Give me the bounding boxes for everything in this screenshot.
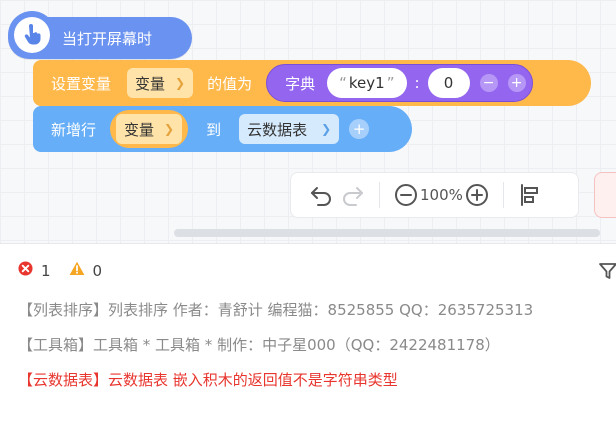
dictionary-label: 字典 — [285, 74, 316, 93]
log-entry-error: 【云数据表】云数据表 嵌入积木的返回值不是字符串类型 — [18, 371, 398, 389]
warning-count-badge[interactable]: 0 — [69, 261, 103, 280]
zoom-in-icon[interactable] — [465, 183, 489, 207]
warning-count: 0 — [92, 261, 103, 280]
zoom-level: 100% — [420, 186, 463, 204]
chevron-down-icon: ❯ — [321, 122, 332, 136]
chevron-down-icon: ❯ — [164, 122, 175, 136]
toolbar-divider — [379, 182, 380, 208]
add-entry-button[interactable]: + — [507, 74, 526, 92]
workspace-toolbar: 100% — [290, 172, 579, 218]
log-entry: 【工具箱】工具箱 * 工具箱 * 制作：中子星000（QQ：2422481178… — [18, 336, 500, 354]
undo-icon[interactable] — [309, 184, 333, 206]
add-row-block[interactable]: 新增行 变量 ❯ 到 云数据表 ❯ + — [33, 106, 412, 152]
console-log-list: 【列表排序】列表排序 作者：青舒计 编程猫：8525855 QQ：2635725… — [0, 297, 616, 424]
cloud-table-value: 云数据表 — [247, 120, 308, 139]
error-count: 1 — [41, 261, 51, 280]
colon-separator: : — [414, 74, 420, 92]
hat-block-label: 当打开屏幕时 — [62, 29, 153, 48]
value-of-label: 的值为 — [207, 74, 253, 93]
hat-icon-badge — [8, 11, 56, 59]
horizontal-scrollbar[interactable] — [174, 229, 600, 237]
warning-icon — [69, 261, 85, 280]
close-quote-icon: ” — [386, 74, 395, 92]
cloud-table-dropdown[interactable]: 云数据表 ❯ — [239, 114, 340, 144]
number-input[interactable]: 0 — [427, 68, 470, 98]
variable-dropdown[interactable]: 变量 ❯ — [127, 68, 194, 98]
dictionary-block[interactable]: 字典 “ key1 ” : 0 − + — [266, 64, 533, 102]
key-input[interactable]: “ key1 ” — [327, 68, 407, 98]
key-value: key1 — [348, 74, 385, 92]
remove-entry-button[interactable]: − — [479, 74, 498, 92]
add-row-label: 新增行 — [51, 120, 97, 139]
filter-icon[interactable] — [598, 261, 616, 285]
error-count-badge[interactable]: 1 — [18, 261, 51, 280]
open-quote-icon: “ — [339, 74, 347, 92]
align-icon[interactable] — [518, 183, 540, 207]
console-header: 1 0 — [0, 243, 616, 297]
variable-dropdown-value: 变量 — [124, 120, 155, 139]
run-button[interactable] — [594, 172, 616, 218]
to-label: 到 — [206, 120, 222, 139]
variable-dropdown[interactable]: 变量 ❯ — [116, 114, 183, 144]
set-variable-label: 设置变量 — [51, 74, 112, 93]
toolbar-divider — [502, 182, 504, 208]
chevron-down-icon: ❯ — [175, 76, 186, 90]
block-workspace[interactable]: 当打开屏幕时 设置变量 变量 ❯ 的值为 字典 “ key1 ” : 0 − +… — [0, 0, 616, 243]
log-entry: 【列表排序】列表排序 作者：青舒计 编程猫：8525855 QQ：2635725… — [18, 301, 534, 319]
add-param-button[interactable]: + — [349, 119, 370, 139]
error-icon — [18, 261, 33, 280]
variable-reporter[interactable]: 变量 ❯ — [110, 110, 189, 148]
variable-dropdown-value: 变量 — [135, 74, 166, 93]
pointer-hand-icon — [14, 17, 50, 53]
zoom-out-icon[interactable] — [394, 183, 418, 207]
redo-icon[interactable] — [341, 184, 365, 206]
set-variable-block[interactable]: 设置变量 变量 ❯ 的值为 字典 “ key1 ” : 0 − + — [33, 60, 591, 106]
number-value: 0 — [443, 74, 454, 92]
